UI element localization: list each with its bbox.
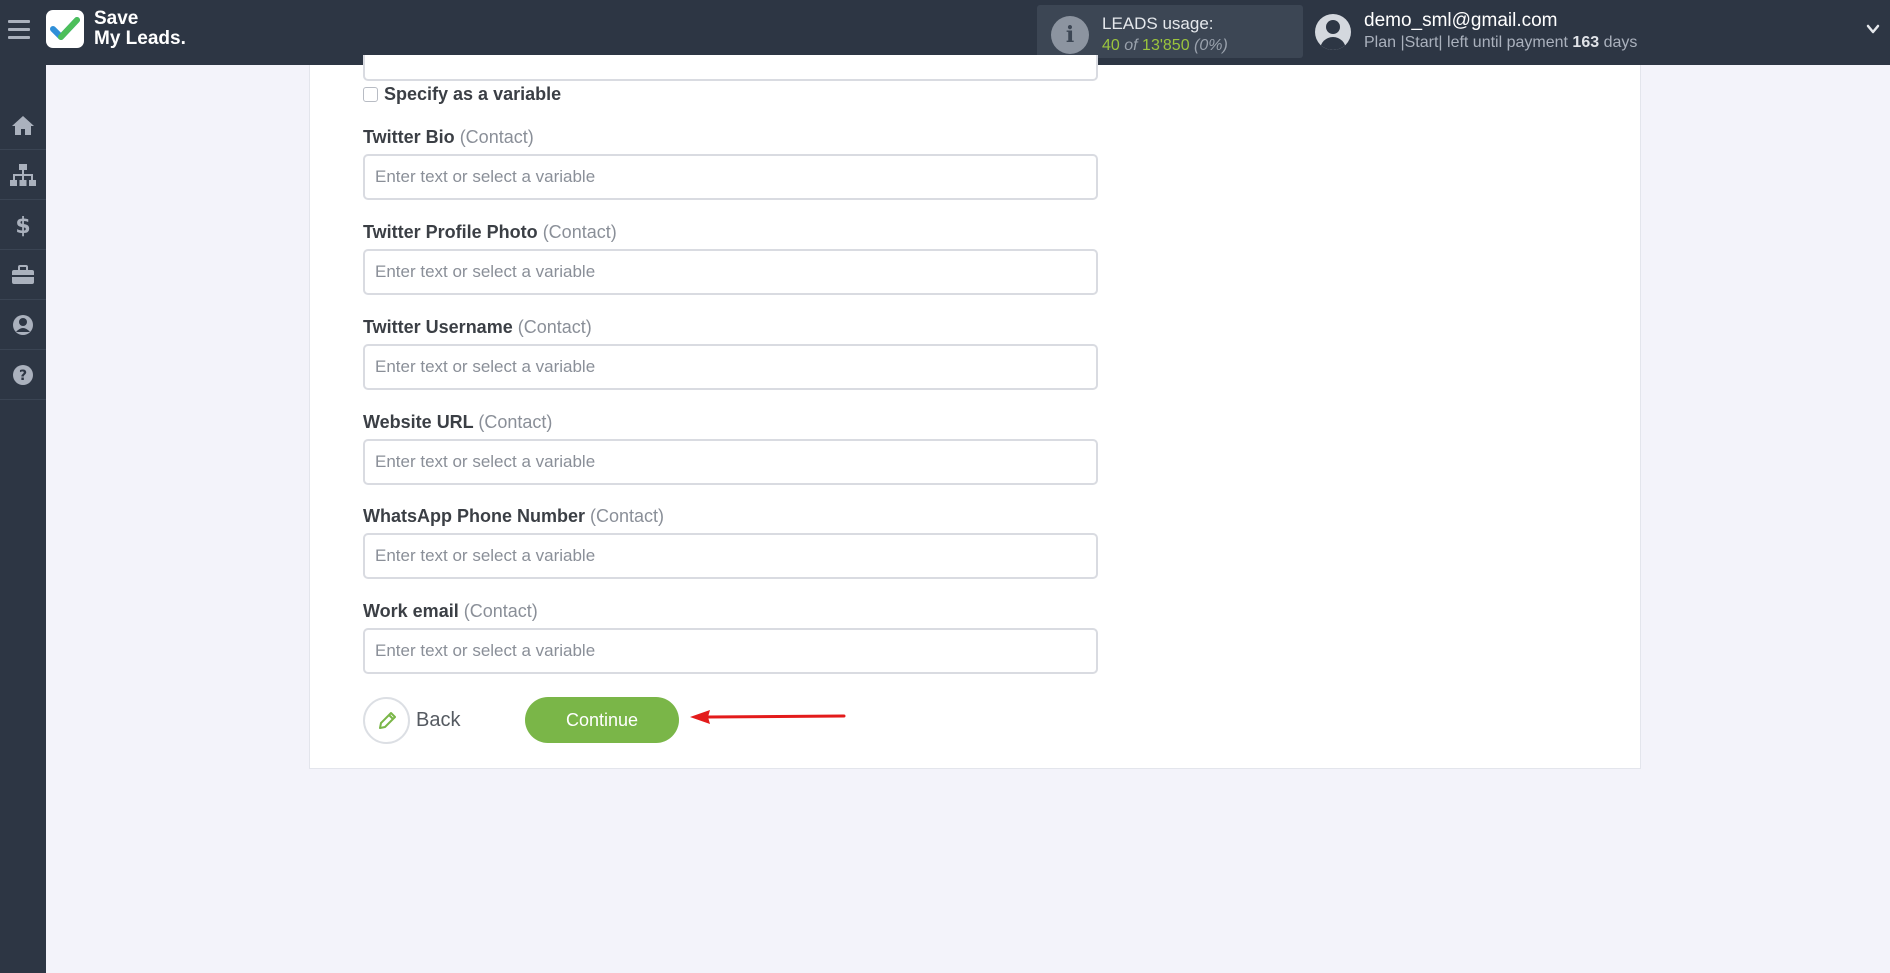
back-button[interactable] <box>363 697 410 744</box>
plan-text: Plan |Start| left until payment <box>1364 34 1568 51</box>
sitemap-icon <box>10 163 36 186</box>
svg-text:?: ? <box>19 368 27 384</box>
sidebar-item-help[interactable]: ? <box>0 350 46 400</box>
sidebar-item-billing[interactable]: $ <box>0 200 46 250</box>
checkmark-icon <box>50 17 80 40</box>
leads-usage-count: 40 of 13'850 (0%) <box>1102 37 1228 55</box>
briefcase-icon <box>12 264 34 284</box>
field-label-sub: (Contact) <box>463 601 538 621</box>
website-url-label: Website URL (Contact) <box>363 412 552 433</box>
field-label-text: Twitter Bio <box>363 127 455 147</box>
brand-line-1: Save <box>94 8 139 29</box>
whatsapp-phone-label: WhatsApp Phone Number (Contact) <box>363 506 664 527</box>
field-label-text: WhatsApp Phone Number <box>363 506 586 526</box>
info-icon: i <box>1051 16 1089 54</box>
hamburger-menu-icon[interactable] <box>8 20 30 40</box>
field-label-text: Twitter Profile Photo <box>363 222 538 242</box>
twitter-bio-label: Twitter Bio (Contact) <box>363 127 534 148</box>
website-url-input[interactable] <box>363 439 1098 485</box>
annotation-arrow-icon <box>690 710 846 724</box>
continue-button[interactable]: Continue <box>525 697 679 743</box>
twitter-username-input[interactable] <box>363 344 1098 390</box>
sidebar-item-connections[interactable] <box>0 150 46 200</box>
work-email-input[interactable] <box>363 628 1098 674</box>
user-email[interactable]: demo_sml@gmail.com <box>1364 10 1558 32</box>
user-avatar-icon[interactable] <box>1315 14 1351 50</box>
field-label-text: Website URL <box>363 412 474 432</box>
leads-usage-panel: i LEADS usage: 40 of 13'850 (0%) <box>1037 5 1303 58</box>
leads-usage-title: LEADS usage: <box>1102 14 1214 33</box>
pencil-icon <box>378 711 396 729</box>
dollar-icon: $ <box>15 214 30 238</box>
home-icon <box>12 115 34 135</box>
leads-total: 13'850 <box>1142 37 1190 54</box>
field-label-sub: (Contact) <box>542 222 617 242</box>
specify-variable-checkbox[interactable] <box>363 87 378 102</box>
specify-variable-label: Specify as a variable <box>384 84 562 104</box>
field-label-sub: (Contact) <box>459 127 534 147</box>
field-label-sub: (Contact) <box>590 506 665 526</box>
field-label-text: Twitter Username <box>363 317 513 337</box>
leads-percent: (0%) <box>1194 37 1228 54</box>
back-label[interactable]: Back <box>416 709 460 732</box>
twitter-profile-photo-input[interactable] <box>363 249 1098 295</box>
brand-line-2: My Leads. <box>94 28 186 49</box>
svg-text:$: $ <box>15 214 30 238</box>
sidebar-item-home[interactable] <box>0 100 46 150</box>
user-circle-icon <box>13 314 33 335</box>
field-label-sub: (Contact) <box>478 412 553 432</box>
twitter-username-label: Twitter Username (Contact) <box>363 317 592 338</box>
sidebar-item-account[interactable] <box>0 300 46 350</box>
field-label-text: Work email <box>363 601 459 621</box>
days-suffix: days <box>1603 34 1638 51</box>
field-label-sub: (Contact) <box>517 317 592 337</box>
work-email-label: Work email (Contact) <box>363 601 538 622</box>
previous-field-input[interactable] <box>363 55 1098 81</box>
specify-variable-row: Specify as a variable <box>363 84 561 105</box>
chevron-down-icon[interactable] <box>1866 22 1880 36</box>
days-left: 163 <box>1572 34 1600 51</box>
brand-name[interactable]: Save My Leads. <box>94 9 186 49</box>
leads-used: 40 <box>1102 37 1120 54</box>
twitter-profile-photo-label: Twitter Profile Photo (Contact) <box>363 222 617 243</box>
sidebar-item-tools[interactable] <box>0 250 46 300</box>
user-plan-info: Plan |Start| left until payment 163 days <box>1364 34 1637 52</box>
leads-of: of <box>1124 37 1138 54</box>
sidebar: $ ? <box>0 65 46 973</box>
logo-icon[interactable] <box>46 10 84 48</box>
question-circle-icon: ? <box>13 364 33 385</box>
form-panel: Specify as a variable Twitter Bio (Conta… <box>309 55 1641 769</box>
whatsapp-phone-input[interactable] <box>363 533 1098 579</box>
twitter-bio-input[interactable] <box>363 154 1098 200</box>
